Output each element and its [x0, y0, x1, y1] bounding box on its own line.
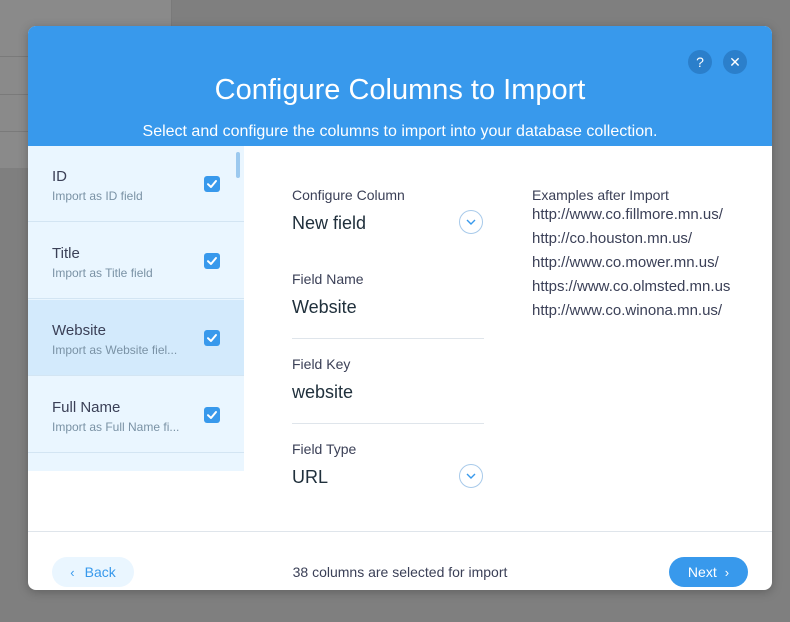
column-name: Full Name	[52, 399, 121, 416]
column-list: ID Import as ID field Title Import as Ti…	[28, 146, 244, 471]
field-key-label: Field Key	[292, 356, 351, 372]
help-icon: ?	[696, 54, 704, 70]
footer-divider	[28, 531, 772, 532]
column-hint: Import as Title field	[52, 266, 153, 280]
dialog-title: Configure Columns to Import	[214, 74, 586, 106]
chevron-down-icon	[466, 473, 476, 479]
import-dialog: ? ✕ Configure Columns to Import Select a…	[28, 26, 772, 590]
example-value: http://www.co.mower.mn.us/	[532, 254, 719, 271]
column-hint: Import as Website fiel...	[52, 343, 178, 357]
field-divider	[292, 338, 484, 339]
close-button[interactable]: ✕	[723, 50, 747, 74]
example-value: http://co.houston.mn.us/	[532, 230, 693, 247]
example-value: https://www.co.olmsted.mn.us	[532, 278, 731, 295]
field-divider	[292, 423, 484, 424]
checkmark-icon	[207, 334, 217, 342]
column-item-id[interactable]: ID Import as ID field	[28, 146, 244, 222]
configure-column-toggle[interactable]	[459, 210, 483, 234]
help-button[interactable]: ?	[688, 50, 712, 74]
column-item-title[interactable]: Title Import as Title field	[28, 223, 244, 299]
checkmark-icon	[207, 180, 217, 188]
example-value: http://www.co.fillmore.mn.us/	[532, 206, 723, 223]
column-checkbox[interactable]	[204, 330, 220, 346]
dialog-header: ? ✕ Configure Columns to Import Select a…	[28, 26, 772, 146]
column-checkbox[interactable]	[204, 407, 220, 423]
next-button[interactable]: Next ›	[669, 557, 748, 587]
column-hint: Import as ID field	[52, 189, 143, 203]
checkmark-icon	[207, 411, 217, 419]
configure-column-label: Configure Column	[292, 187, 405, 203]
column-checkbox[interactable]	[204, 253, 220, 269]
selection-status: 38 columns are selected for import	[292, 564, 508, 580]
field-name-label: Field Name	[292, 271, 364, 287]
checkmark-icon	[207, 257, 217, 265]
field-type-label: Field Type	[292, 441, 357, 457]
configure-column-dropdown[interactable]: New field	[292, 213, 366, 234]
field-type-dropdown[interactable]: URL	[292, 467, 328, 488]
column-list-scrollbar[interactable]	[236, 152, 240, 178]
dialog-subtitle: Select and configure the columns to impo…	[142, 123, 658, 140]
background-divider	[171, 0, 172, 26]
example-value: http://www.co.winona.mn.us/	[532, 302, 723, 319]
chevron-down-icon	[466, 219, 476, 225]
column-name: Website	[52, 322, 106, 339]
examples-label: Examples after Import	[532, 187, 669, 203]
field-key-input[interactable]: website	[292, 382, 353, 403]
column-name: Title	[52, 245, 80, 262]
next-button-label: Next	[687, 564, 717, 580]
chevron-right-icon: ›	[724, 565, 730, 580]
back-button[interactable]: ‹ Back	[52, 557, 134, 587]
back-button-label: Back	[84, 564, 116, 580]
column-checkbox[interactable]	[204, 176, 220, 192]
field-type-toggle[interactable]	[459, 464, 483, 488]
column-hint: Import as Full Name fi...	[52, 420, 180, 434]
close-icon: ✕	[729, 54, 741, 70]
column-name: ID	[52, 168, 67, 185]
field-name-input[interactable]: Website	[292, 297, 357, 318]
chevron-left-icon: ‹	[70, 565, 75, 580]
column-item-website[interactable]: Website Import as Website fiel...	[28, 300, 244, 376]
column-item-full-name[interactable]: Full Name Import as Full Name fi...	[28, 377, 244, 453]
